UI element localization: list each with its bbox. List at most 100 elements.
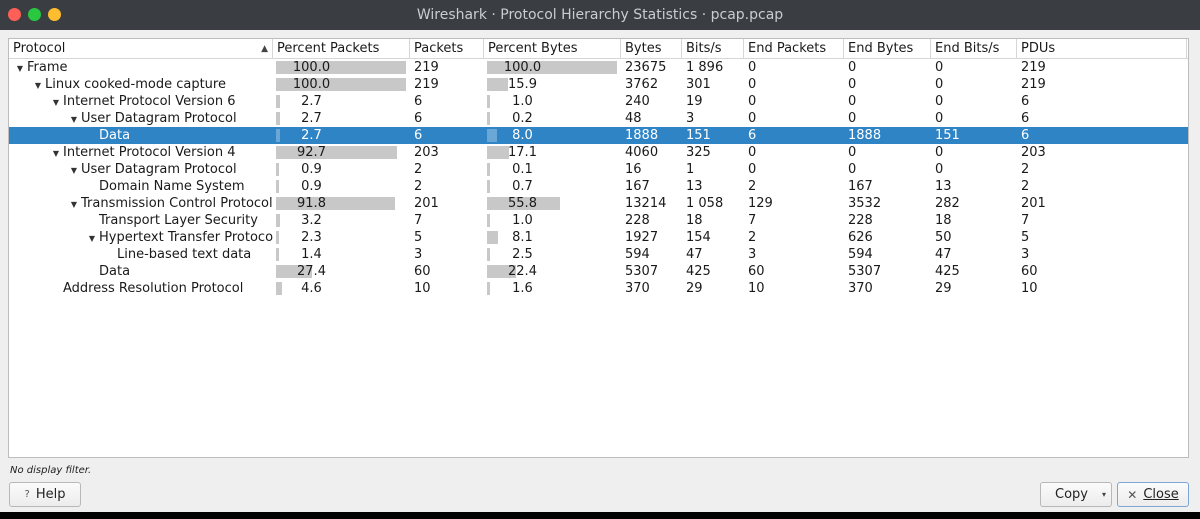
tree-row[interactable]: Line-based text data 1.4 3 2.5 594 47 3 594 47 3 — [9, 246, 1188, 263]
column-header: Protocol ▲ Percent Packets Packets Percent B… — [9, 39, 1188, 59]
bytes-cell: 4060 — [625, 145, 659, 160]
end-packets-cell: 0 — [748, 77, 757, 92]
tree-row[interactable]: ▼ Frame 100.0 219 100.0 23675 1 896 0 0 0 219 — [9, 59, 1188, 76]
column-header-end-packets[interactable]: End Packets — [744, 39, 844, 59]
bits-per-second-cell: 425 — [686, 264, 711, 279]
protocol-cell: Domain Name System — [9, 178, 273, 195]
percent-packets-cell: 2.3 — [273, 229, 410, 246]
end-packets-cell: 0 — [748, 60, 757, 75]
column-header-percent-packets[interactable]: Percent Packets — [273, 39, 410, 59]
percent-packets-cell: 91.8 — [273, 195, 410, 212]
bits-per-second-cell: 1 058 — [686, 196, 724, 211]
expand-triangle-icon[interactable]: ▼ — [67, 196, 81, 212]
tree-row[interactable]: ▼ User Datagram Protocol 0.9 2 0.1 16 1 0 0 0 2 — [9, 161, 1188, 178]
column-header-protocol[interactable]: Protocol ▲ — [9, 39, 273, 59]
expand-triangle-icon[interactable]: ▼ — [31, 77, 45, 93]
tree-row[interactable]: ▼ Hypertext Transfer Protocol 2.3 5 8.1 1927 1… — [9, 229, 1188, 246]
column-header-end-bits-per-second[interactable]: End Bits/s — [931, 39, 1017, 59]
end-packets-cell: 2 — [748, 230, 757, 245]
bits-per-second-cell: 1 896 — [686, 60, 724, 75]
protocol-name: Transmission Control Protocol — [81, 196, 273, 211]
percent-value: 100.0 — [292, 77, 331, 92]
column-header-end-bytes[interactable]: End Bytes — [844, 39, 931, 59]
close-window-button[interactable] — [8, 8, 21, 21]
expand-triangle-icon[interactable]: ▼ — [13, 60, 27, 76]
percent-bytes-cell: 8.1 — [484, 229, 621, 246]
packets-cell: 2 — [414, 179, 423, 194]
column-header-bits-per-second[interactable]: Bits/s — [682, 39, 744, 59]
end-bytes-cell: 0 — [848, 111, 857, 126]
end-bits-per-second-cell: 0 — [935, 162, 944, 177]
tree-body: ▼ Frame 100.0 219 100.0 23675 1 896 0 0 0 219 ▼ Linu… — [9, 59, 1188, 297]
maximize-window-button[interactable] — [28, 8, 41, 21]
end-bytes-cell: 3532 — [848, 196, 882, 211]
expand-triangle-icon[interactable]: ▼ — [67, 111, 81, 127]
tree-row[interactable]: ▼ Internet Protocol Version 4 92.7 203 17.1 4… — [9, 144, 1188, 161]
packets-cell: 219 — [414, 77, 439, 92]
bytes-cell: 23675 — [625, 60, 667, 75]
tree-row[interactable]: Address Resolution Protocol 4.6 10 1.6 370 29… — [9, 280, 1188, 297]
end-packets-cell: 0 — [748, 162, 757, 177]
percent-bytes-cell: 1.0 — [484, 93, 621, 110]
column-header-packets[interactable]: Packets — [410, 39, 484, 59]
end-bytes-cell: 1888 — [848, 128, 882, 143]
expand-triangle-icon[interactable]: ▼ — [85, 230, 99, 246]
tree-row[interactable]: Data 27.4 60 22.4 5307 425 60 5307 425 60 — [9, 263, 1188, 280]
tree-row[interactable]: ▼ Transmission Control Protocol 91.8 201 55.… — [9, 195, 1188, 212]
protocol-cell: Data — [9, 263, 273, 280]
packets-cell: 203 — [414, 145, 439, 160]
percent-packets-cell: 2.7 — [273, 127, 410, 144]
expand-triangle-icon[interactable]: ▼ — [67, 162, 81, 178]
percent-bytes-cell: 1.6 — [484, 280, 621, 297]
copy-button[interactable]: Copy ▾ — [1040, 482, 1112, 507]
pdus-cell: 201 — [1021, 196, 1046, 211]
column-header-label: End Packets — [748, 41, 827, 56]
bits-per-second-cell: 301 — [686, 77, 711, 92]
end-bits-per-second-cell: 282 — [935, 196, 960, 211]
help-button[interactable]: ? Help — [9, 482, 81, 507]
end-bytes-cell: 0 — [848, 162, 857, 177]
protocol-name: User Datagram Protocol — [81, 111, 237, 126]
percent-bytes-cell: 8.0 — [484, 127, 621, 144]
packets-cell: 2 — [414, 162, 423, 177]
expand-triangle-icon[interactable]: ▼ — [49, 145, 63, 161]
protocol-cell: ▼ Hypertext Transfer Protocol — [9, 229, 273, 246]
title-bar[interactable]: Wireshark · Protocol Hierarchy Statistic… — [0, 0, 1200, 30]
bits-per-second-cell: 325 — [686, 145, 711, 160]
tree-row[interactable]: Transport Layer Security 3.2 7 1.0 228 18 7 228… — [9, 212, 1188, 229]
end-bytes-cell: 0 — [848, 94, 857, 109]
percent-value: 2.7 — [301, 111, 322, 126]
column-header-bytes[interactable]: Bytes — [621, 39, 682, 59]
tree-row[interactable]: ▼ Linux cooked-mode capture 100.0 219 15.9 37… — [9, 76, 1188, 93]
protocol-name: Frame — [27, 60, 68, 75]
end-bits-per-second-cell: 47 — [935, 247, 952, 262]
end-bytes-cell: 0 — [848, 60, 857, 75]
column-header-pdus[interactable]: PDUs — [1017, 39, 1187, 59]
end-bytes-cell: 0 — [848, 77, 857, 92]
protocol-cell: ▼ Internet Protocol Version 4 — [9, 144, 273, 161]
column-header-percent-bytes[interactable]: Percent Bytes — [484, 39, 621, 59]
tree-row[interactable]: Data 2.7 6 8.0 1888 151 6 1888 151 6 — [9, 127, 1188, 144]
bits-per-second-cell: 19 — [686, 94, 703, 109]
protocol-name: Internet Protocol Version 6 — [63, 94, 236, 109]
pdus-cell: 6 — [1021, 111, 1030, 126]
percent-value: 27.4 — [297, 264, 326, 279]
chevron-down-icon[interactable]: ▾ — [1102, 490, 1106, 499]
percent-value: 8.0 — [512, 128, 533, 143]
column-header-label: End Bits/s — [935, 41, 1000, 56]
protocol-name: User Datagram Protocol — [81, 162, 237, 177]
protocol-name: Hypertext Transfer Protocol — [99, 230, 273, 245]
tree-row[interactable]: ▼ User Datagram Protocol 2.7 6 0.2 48 3 0 0 0 6 — [9, 110, 1188, 127]
close-button[interactable]: ✕ Close — [1117, 482, 1189, 507]
end-packets-cell: 7 — [748, 213, 757, 228]
minimize-window-button[interactable] — [48, 8, 61, 21]
percent-value: 91.8 — [297, 196, 326, 211]
percent-value: 1.0 — [512, 94, 533, 109]
tree-row[interactable]: Domain Name System 0.9 2 0.7 167 13 2 167 13 2 — [9, 178, 1188, 195]
protocol-tree[interactable]: Protocol ▲ Percent Packets Packets Percent B… — [8, 38, 1189, 458]
pdus-cell: 7 — [1021, 213, 1030, 228]
tree-row[interactable]: ▼ Internet Protocol Version 6 2.7 6 1.0 240 19… — [9, 93, 1188, 110]
expand-triangle-icon[interactable]: ▼ — [49, 94, 63, 110]
end-bits-per-second-cell: 50 — [935, 230, 952, 245]
column-header-label: Packets — [414, 41, 464, 56]
